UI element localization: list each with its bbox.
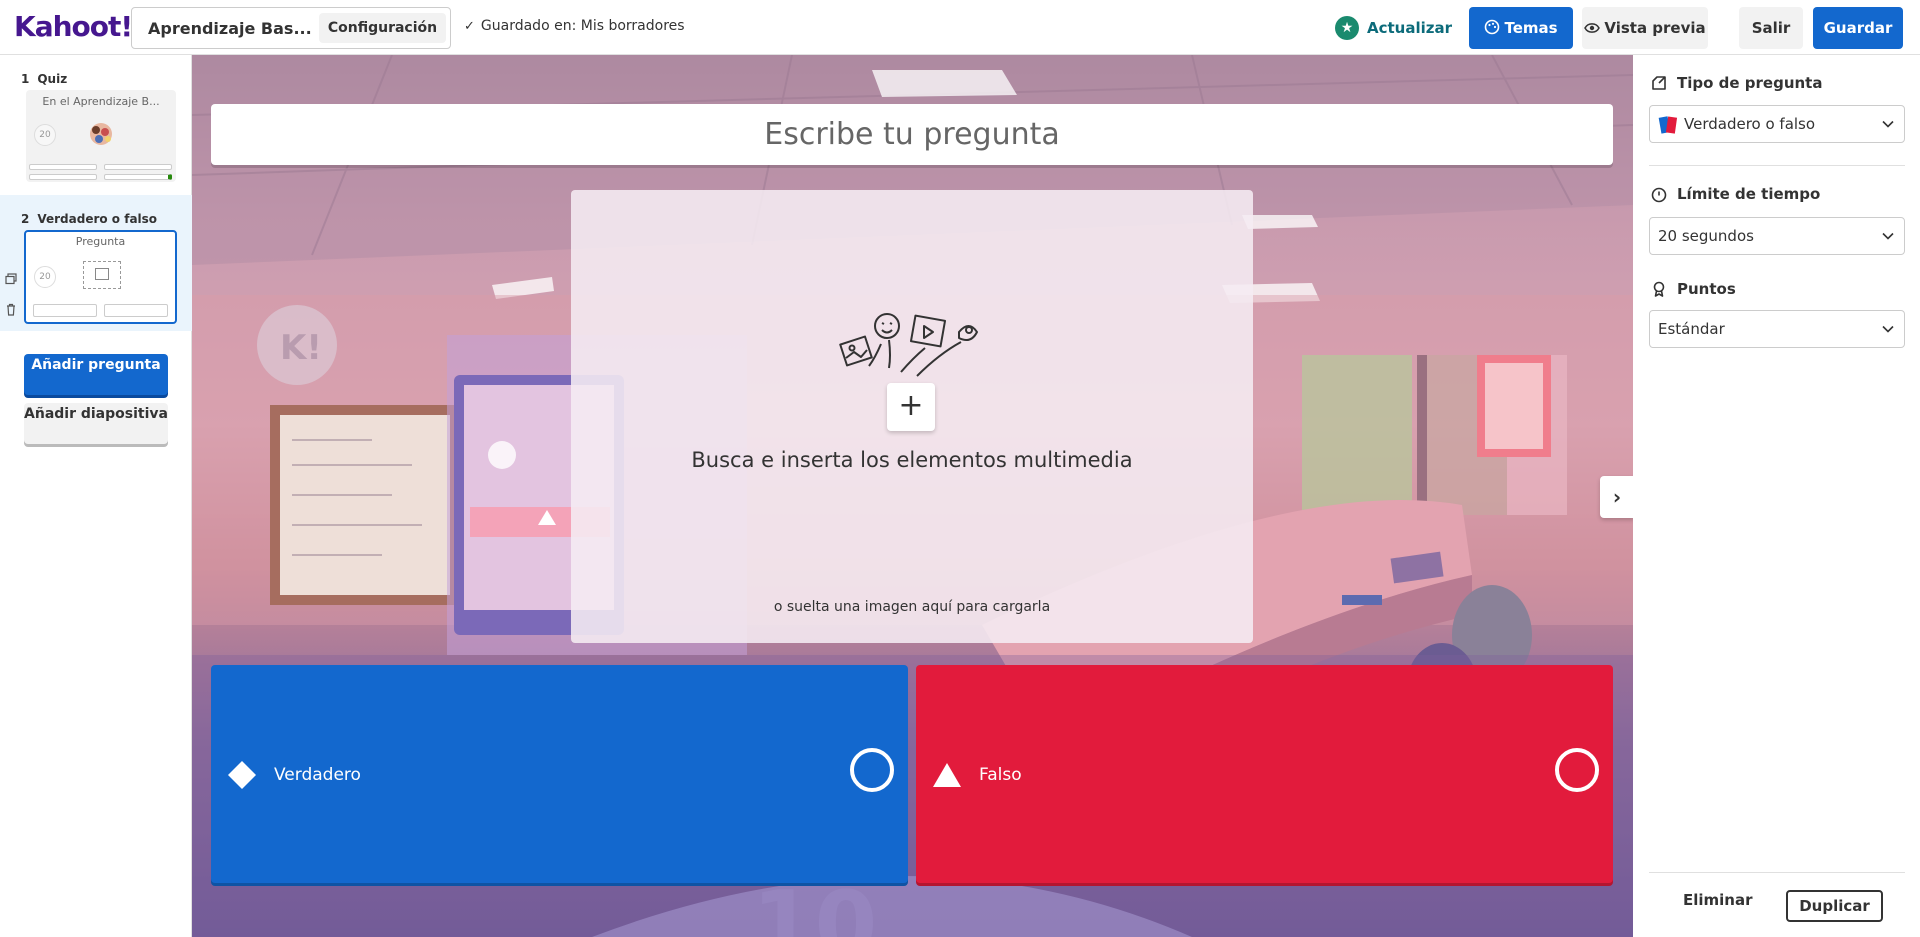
slide-1-type: Quiz (37, 72, 68, 86)
answer-false-label: Falso (979, 765, 1022, 785)
save-button[interactable]: Guardar (1813, 7, 1903, 49)
question-type-label: Tipo de pregunta (1677, 74, 1823, 92)
time-limit-heading: Límite de tiempo (1650, 185, 1820, 203)
collapse-panel-chevron-icon[interactable]: › (1600, 476, 1633, 518)
slide-2-timer: 20 (34, 266, 56, 288)
slide-2-type: Verdadero o falso (37, 212, 158, 226)
slide-1-answer-3 (29, 174, 97, 180)
question-type-heading: Tipo de pregunta (1650, 74, 1822, 92)
correct-answer-toggle[interactable] (1555, 748, 1599, 792)
svg-text:K!: K! (280, 328, 322, 368)
kahoot-logo[interactable]: Kahoot! (14, 10, 133, 43)
slide-1-answer-4 (104, 174, 172, 180)
clock-icon (1651, 187, 1667, 203)
correct-answer-toggle[interactable] (850, 748, 894, 792)
chevron-down-icon (1882, 232, 1894, 240)
saved-status-text: Guardado en: Mis borradores (480, 18, 685, 34)
diamond-icon (228, 761, 256, 789)
slide-2-title: Pregunta (75, 235, 126, 248)
palette-icon (1485, 19, 1500, 35)
check-icon: ✓ (464, 19, 475, 34)
answer-true[interactable]: Verdadero (211, 665, 908, 886)
answer-false[interactable]: Falso (916, 665, 1613, 886)
settings-panel: Tipo de pregunta Verdadero o falso Límit… (1633, 55, 1920, 937)
slide-2-answer-2 (104, 304, 168, 317)
slide-2-number: 2 (21, 212, 30, 226)
slide-1-answer-2 (104, 164, 172, 170)
slide-2-label: 2 Verdadero o falso (21, 212, 157, 226)
points-label: Puntos (1677, 280, 1736, 298)
slide-1-image (90, 123, 112, 145)
slides-sidebar: 1 Quiz En el Aprendizaje B... 20 2 Verdade… (0, 55, 192, 937)
media-title: Busca e inserta los elementos multimedia (691, 448, 1133, 472)
themes-button[interactable]: Temas (1469, 7, 1573, 49)
media-upload-area[interactable]: + Busca e inserta los elementos multimed… (571, 190, 1253, 643)
eye-icon (1584, 23, 1601, 33)
question-type-value: Verdadero o falso (1684, 115, 1816, 133)
delete-button[interactable]: Eliminar (1683, 891, 1753, 909)
preview-label: Vista previa (1604, 19, 1706, 37)
media-illustration (839, 313, 978, 377)
add-slide-button[interactable]: Añadir diapositiva (24, 403, 168, 444)
slide-2-thumbnail[interactable]: Pregunta 20 (24, 230, 177, 324)
slide-2-answer-1 (33, 304, 97, 317)
time-limit-label: Límite de tiempo (1677, 185, 1821, 203)
delete-slide-icon[interactable] (5, 303, 17, 319)
kahoot-title-field[interactable]: Aprendizaje Bas... Configuración (131, 7, 451, 49)
points-select[interactable]: Estándar (1649, 310, 1905, 348)
themes-label: Temas (1504, 19, 1558, 37)
upgrade-button[interactable]: ★ Actualizar (1335, 15, 1452, 41)
add-question-button[interactable]: Añadir pregunta (24, 354, 168, 395)
upgrade-label: Actualizar (1367, 19, 1453, 37)
slide-1-answer-1 (29, 164, 97, 170)
time-limit-select[interactable]: 20 segundos (1649, 217, 1905, 255)
question-type-select[interactable]: Verdadero o falso (1649, 105, 1905, 143)
chevron-down-icon (1882, 325, 1894, 333)
points-heading: Puntos (1650, 280, 1736, 298)
preview-button[interactable]: Vista previa (1582, 7, 1708, 49)
media-subtitle: o suelta una imagen aquí para cargarla (773, 599, 1051, 615)
question-type-icon (1652, 76, 1666, 90)
slide-1-label: 1 Quiz (21, 72, 67, 86)
image-placeholder-icon (83, 261, 121, 289)
slide-1-thumbnail[interactable]: En el Aprendizaje B... 20 (26, 90, 176, 182)
slide-1-title: En el Aprendizaje B... (42, 95, 160, 108)
time-limit-value: 20 segundos (1658, 227, 1754, 245)
slide-1-number: 1 (21, 72, 30, 86)
divider (1649, 165, 1905, 166)
exit-button[interactable]: Salir (1739, 7, 1803, 49)
add-media-button[interactable]: + (887, 383, 935, 431)
settings-button[interactable]: Configuración (319, 13, 446, 43)
medal-icon (1653, 281, 1665, 297)
saved-status: ✓ Guardado en: Mis borradores (464, 18, 685, 34)
question-canvas: K! 10 Escribe tu pregunta + Busca e inse… (192, 55, 1633, 937)
triangle-icon (933, 763, 961, 787)
points-value: Estándar (1658, 320, 1725, 338)
question-input[interactable]: Escribe tu pregunta (211, 104, 1613, 165)
answer-true-label: Verdadero (274, 765, 361, 785)
top-bar: Kahoot! Aprendizaje Bas... Configuración… (0, 0, 1920, 55)
duplicate-slide-icon[interactable] (5, 273, 17, 288)
duplicate-button[interactable]: Duplicar (1786, 890, 1883, 922)
kahoot-title: Aprendizaje Bas... (148, 19, 312, 38)
chevron-down-icon (1882, 120, 1894, 128)
slide-1-timer: 20 (34, 124, 56, 146)
true-false-icon (1658, 115, 1678, 134)
divider (1649, 872, 1905, 873)
star-icon: ★ (1335, 16, 1359, 40)
